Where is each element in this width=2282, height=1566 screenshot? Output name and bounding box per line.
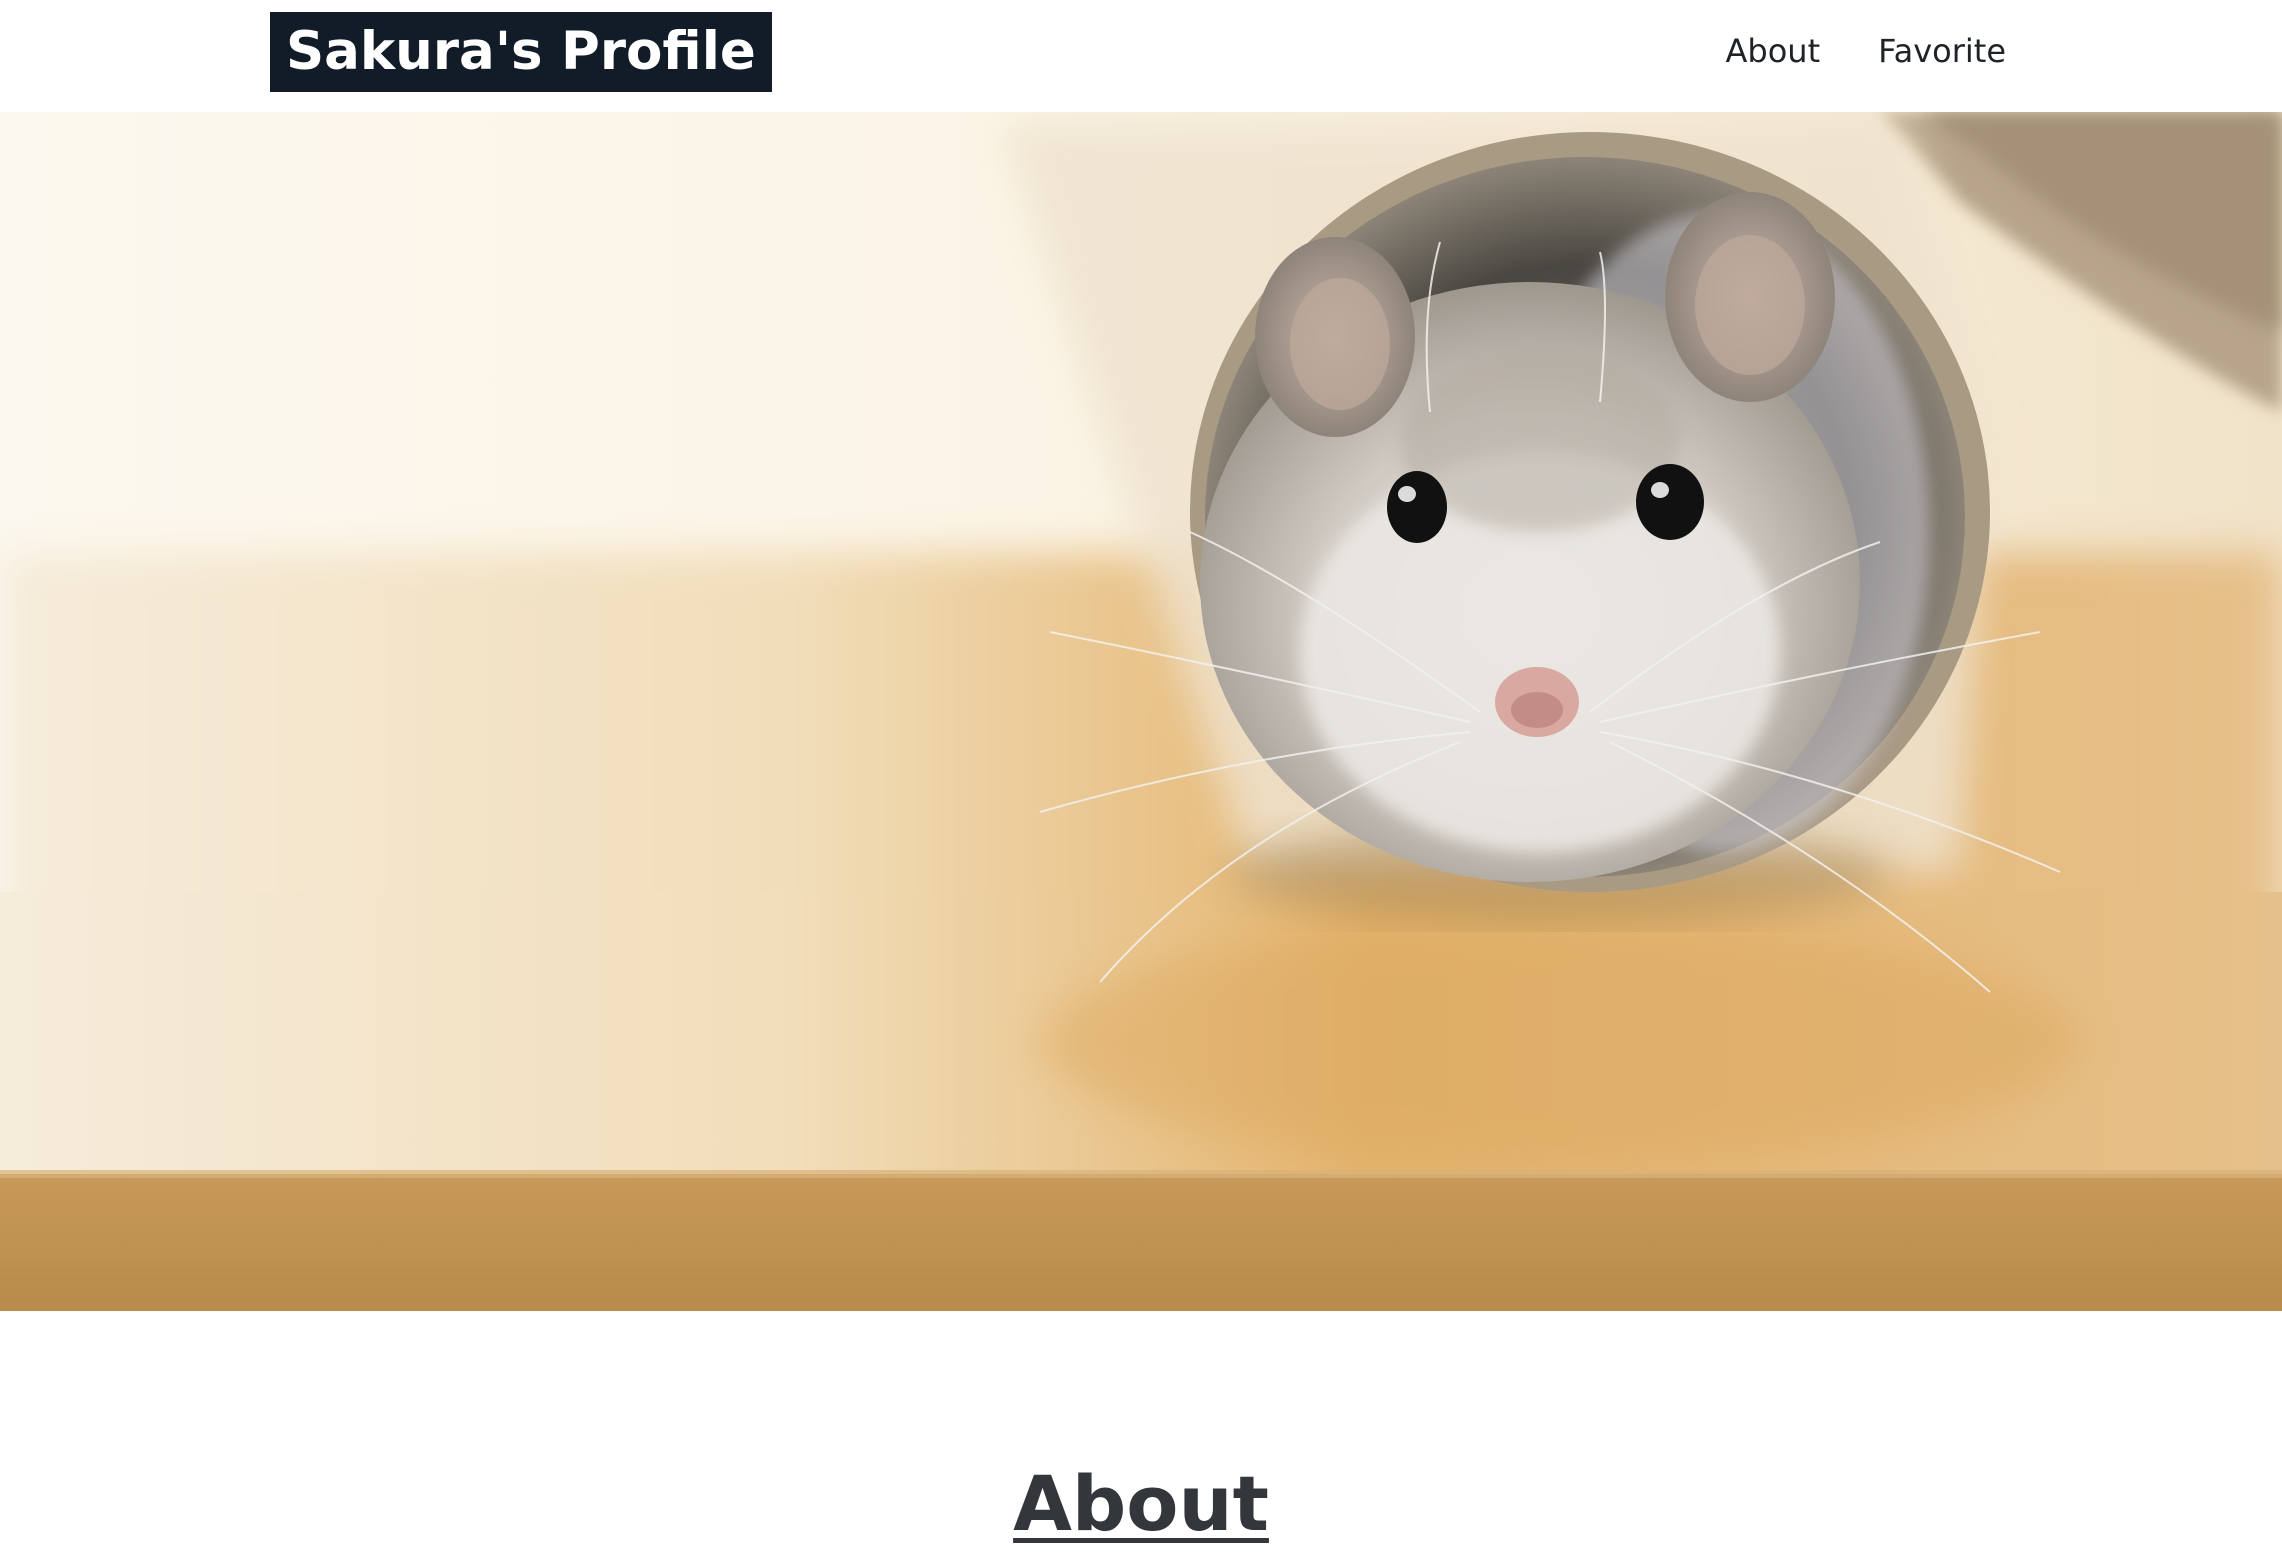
site-logo[interactable]: Sakura's Profile <box>270 12 772 92</box>
nav-link-about[interactable]: About <box>1726 26 1821 76</box>
hero-image <box>0 112 2282 1311</box>
main-nav: About Favorite <box>1726 26 2006 76</box>
section-title-about: About <box>1013 1459 1269 1548</box>
site-header: Sakura's Profile About Favorite <box>0 0 2282 112</box>
nav-link-favorite[interactable]: Favorite <box>1878 26 2006 76</box>
hamster-photo <box>0 112 2282 1311</box>
